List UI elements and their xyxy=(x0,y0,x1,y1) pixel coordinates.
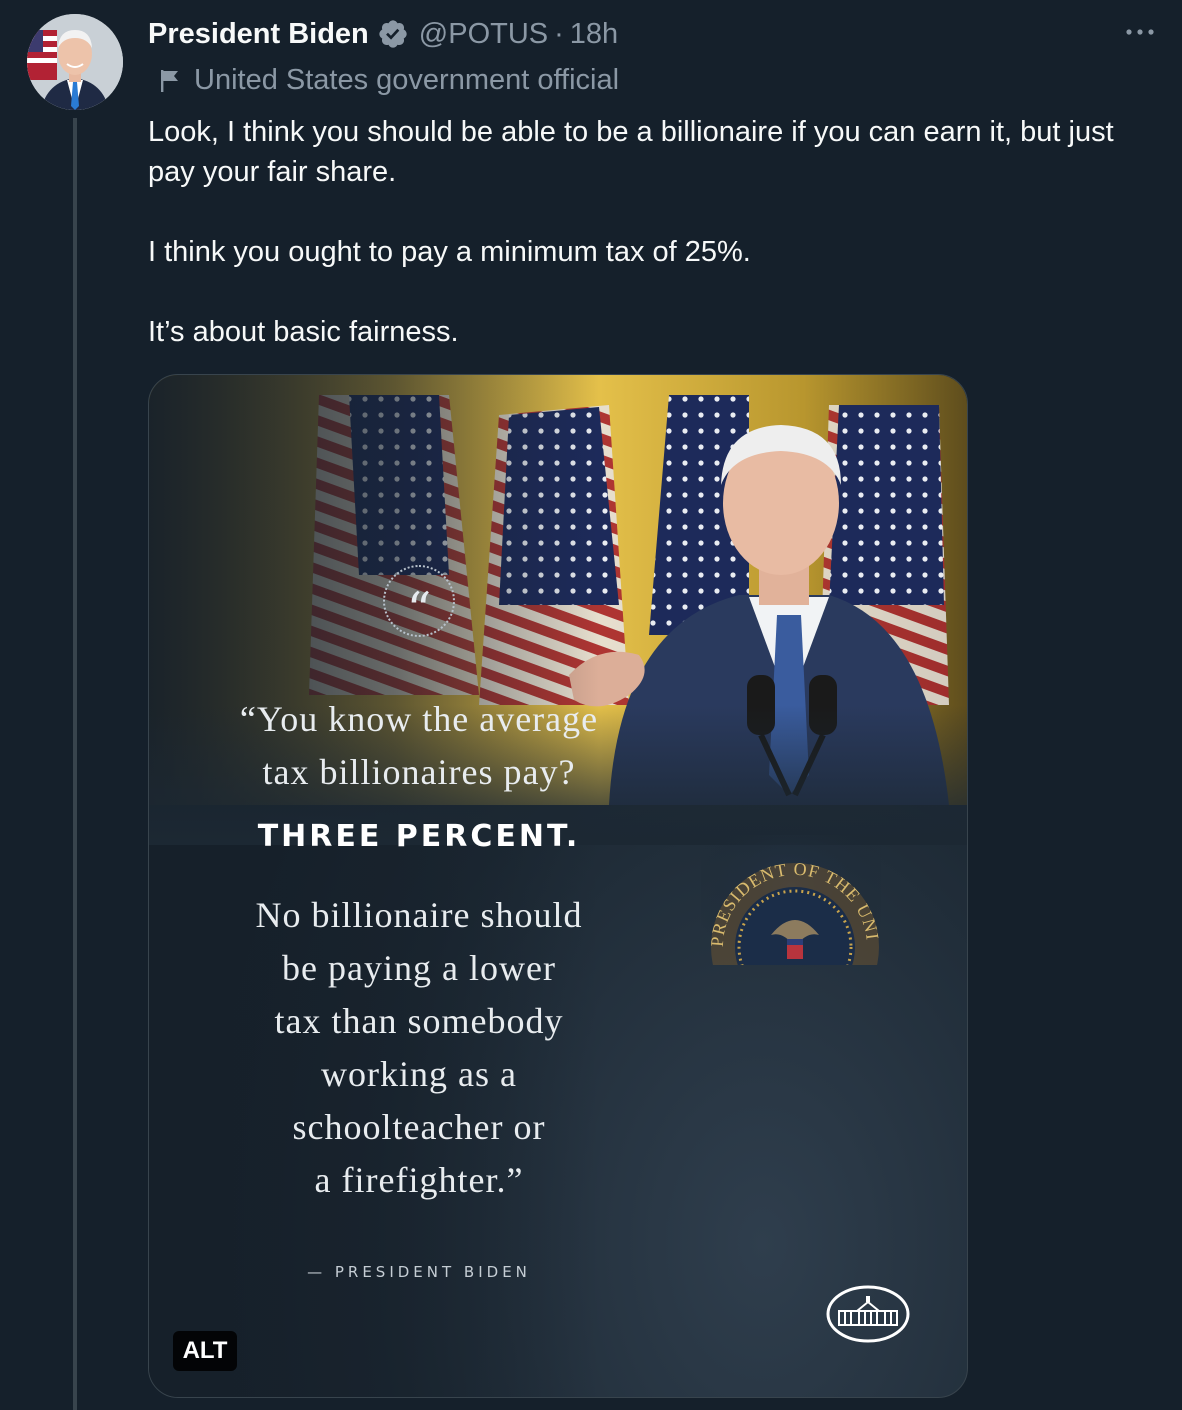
verified-badge-icon[interactable] xyxy=(377,18,409,50)
avatar[interactable] xyxy=(27,14,123,110)
quote-closing-line: schoolteacher or xyxy=(292,1107,546,1147)
quote-closing: No billionaire should be paying a lower … xyxy=(189,889,649,1207)
alt-text-badge[interactable]: ALT xyxy=(173,1331,237,1371)
affiliation-label[interactable]: United States government official xyxy=(158,64,619,97)
quote-closing-line: No billionaire should xyxy=(255,895,583,935)
tweet[interactable]: President Biden @POTUS · 18h United Stat… xyxy=(0,0,1182,1410)
tweet-header: President Biden @POTUS · 18h xyxy=(148,14,618,54)
quote-closing-line: be paying a lower xyxy=(282,948,556,988)
separator-dot: · xyxy=(554,17,564,50)
quote-icon: “ xyxy=(383,565,455,637)
quote-opening-line: “You know the average xyxy=(239,699,599,739)
quote-closing-line: working as a xyxy=(321,1054,517,1094)
thread-line xyxy=(73,118,77,1410)
tweet-text: Look, I think you should be able to be a… xyxy=(148,112,1148,352)
quote-opening-line: tax billionaires pay? xyxy=(262,752,576,792)
quote-closing-line: a firefighter.” xyxy=(314,1160,524,1200)
more-options-icon[interactable] xyxy=(1124,20,1156,44)
quote-attribution: — PRESIDENT BIDEN xyxy=(307,1263,531,1281)
tweet-paragraph: I think you ought to pay a minimum tax o… xyxy=(148,236,751,268)
presidential-seal-icon: PRESIDENT OF THE UNITED xyxy=(701,835,881,965)
handle[interactable]: @POTUS xyxy=(419,18,548,51)
display-name[interactable]: President Biden xyxy=(148,18,369,51)
quote-closing-line: tax than somebody xyxy=(274,1001,564,1041)
affiliation-text: United States government official xyxy=(194,64,620,96)
white-house-logo-icon xyxy=(826,1285,910,1343)
tweet-paragraph: It’s about basic fairness. xyxy=(148,316,459,348)
tweet-media-image[interactable]: “ “You know the average tax billionaires… xyxy=(148,374,968,1398)
flag-icon xyxy=(161,69,178,92)
timestamp[interactable]: 18h xyxy=(570,18,618,51)
tweet-paragraph: Look, I think you should be able to be a… xyxy=(148,116,1114,188)
quote-opening: “You know the average tax billionaires p… xyxy=(189,693,649,799)
quote-emphasis: THREE PERCENT. xyxy=(257,819,581,854)
avatar-photo-icon xyxy=(27,14,123,110)
